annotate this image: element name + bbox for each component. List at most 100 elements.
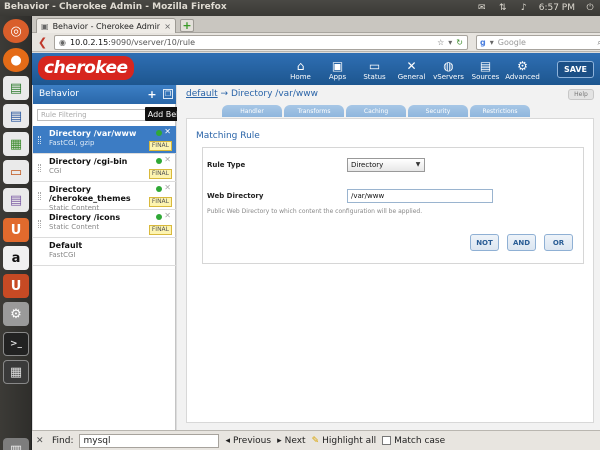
firefox-icon[interactable]: ● <box>3 48 29 72</box>
find-next-button[interactable]: ▸ Next <box>277 436 306 446</box>
document-icon[interactable]: ▤ <box>3 188 29 212</box>
apps-icon: ▣ <box>331 59 344 73</box>
power-icon[interactable]: ⏻ <box>584 2 596 13</box>
find-previous-button[interactable]: ◂ Previous <box>225 436 271 446</box>
rule-name: Default <box>49 241 83 250</box>
nav-vservers[interactable]: ◍ vServers <box>430 55 467 83</box>
rule-item-icons[interactable]: Directory /icons Static Content ✕ FINAL <box>33 210 176 238</box>
files-icon[interactable]: ▤ <box>3 76 29 100</box>
search-bar[interactable]: g ▾ Google ⌕ <box>476 35 600 50</box>
terminal-icon[interactable]: >_ <box>3 332 29 356</box>
tab-bar: ▣ Behavior - Cherokee Admin × + <box>32 16 600 33</box>
impress-icon[interactable]: ▭ <box>3 160 29 184</box>
nav-label: Advanced <box>505 73 540 81</box>
rule-item-default[interactable]: Default FastCGI <box>33 238 176 266</box>
new-tab-button[interactable]: + <box>180 19 194 32</box>
nav-status[interactable]: ▭ Status <box>356 55 393 83</box>
reload-icon[interactable]: ↻ <box>456 38 463 47</box>
nav-bar: ❮ ◉ 10.0.2.15:9090/vserver/10/rule ☆ ▾ ↻… <box>32 33 600 52</box>
trash-icon[interactable]: ▥ <box>3 438 29 450</box>
match-case-toggle[interactable]: Match case <box>382 436 445 446</box>
final-badge[interactable]: FINAL <box>148 169 172 179</box>
final-badge[interactable]: FINAL <box>148 197 172 207</box>
ubuntu-logo-icon[interactable]: ◎ <box>3 19 29 43</box>
search-engine-dropdown-icon[interactable]: ▾ <box>490 38 494 47</box>
delete-rule-icon[interactable]: ✕ <box>164 211 171 220</box>
rule-type-select[interactable]: Directory ▼ <box>347 158 425 172</box>
drag-handle-icon[interactable] <box>38 192 41 200</box>
drag-handle-icon[interactable] <box>38 136 41 144</box>
settings-icon[interactable]: ⚙ <box>3 302 29 326</box>
rule-item-cherokee-themes[interactable]: Directory /cherokee_themes Static Conten… <box>33 182 176 212</box>
mail-icon[interactable]: ✉ <box>476 2 488 13</box>
close-icon[interactable]: ✕ <box>36 436 46 446</box>
status-dot-icon[interactable] <box>156 214 162 220</box>
breadcrumb: default → Directory /var/www <box>186 89 318 99</box>
rule-item-var-www[interactable]: Directory /var/www FastCGI, gzip ✕ FINAL <box>33 126 176 154</box>
tab-transforms[interactable]: Transforms <box>284 105 344 117</box>
site-identity-icon[interactable]: ◉ <box>59 38 66 47</box>
dropdown-arrow-icon[interactable]: ▾ <box>448 38 452 47</box>
rule-desc: FastCGI <box>49 251 76 259</box>
clone-rule-button[interactable]: ❐ <box>163 89 173 99</box>
google-icon[interactable]: g <box>480 38 486 47</box>
rule-item-cgi-bin[interactable]: Directory /cgi-bin CGI ✕ FINAL <box>33 154 176 182</box>
tab-restrictions[interactable]: Restrictions <box>470 105 530 117</box>
nav-advanced[interactable]: ⚙ Advanced <box>504 55 541 83</box>
nav-label: Sources <box>471 73 500 81</box>
url-bar[interactable]: ◉ 10.0.2.15:9090/vserver/10/rule ☆ ▾ ↻ <box>54 35 468 50</box>
amazon-icon[interactable]: a <box>3 246 29 270</box>
rule-name: Directory /var/www <box>49 129 137 138</box>
add-rule-button[interactable]: + <box>146 88 158 101</box>
bookmark-star-icon[interactable]: ☆ <box>437 38 444 47</box>
and-button[interactable]: AND <box>507 234 536 251</box>
not-button[interactable]: NOT <box>470 234 499 251</box>
behavior-title: Behavior <box>39 89 79 99</box>
status-dot-icon[interactable] <box>156 158 162 164</box>
save-button[interactable]: SAVE <box>557 61 594 78</box>
workspace-icon[interactable]: ▦ <box>3 360 29 384</box>
delete-rule-icon[interactable]: ✕ <box>164 183 171 192</box>
tab-caching[interactable]: Caching <box>346 105 406 117</box>
system-tray: ✉ ⇅ ♪ 6:57 PM ⏻ <box>476 2 596 13</box>
help-button[interactable]: Help <box>568 89 594 100</box>
arrow-left-icon: ◂ <box>225 435 231 446</box>
nav-home[interactable]: ⌂ Home <box>282 55 319 83</box>
nav-sources[interactable]: ▤ Sources <box>467 55 504 83</box>
calc-icon[interactable]: ▦ <box>3 132 29 156</box>
match-case-checkbox[interactable] <box>382 436 392 445</box>
final-badge[interactable]: FINAL <box>148 141 172 151</box>
nav-general[interactable]: ✕ General <box>393 55 430 83</box>
or-button[interactable]: OR <box>544 234 573 251</box>
tab-handler[interactable]: Handler <box>222 105 282 117</box>
drag-handle-icon[interactable] <box>38 220 41 228</box>
tab-close-icon[interactable]: × <box>164 22 171 31</box>
software-center-icon[interactable]: U <box>3 218 29 242</box>
tab-security[interactable]: Security <box>408 105 468 117</box>
web-directory-input[interactable]: /var/www <box>347 189 493 203</box>
nav-apps[interactable]: ▣ Apps <box>319 55 356 83</box>
clock[interactable]: 6:57 PM <box>539 3 575 13</box>
web-directory-label: Web Directory <box>207 192 264 200</box>
ubuntu-one-icon[interactable]: U <box>3 274 29 298</box>
cherokee-header: cherokee ⌂ Home ▣ Apps ▭ Status ✕ General ◍ v… <box>32 53 600 85</box>
network-icon[interactable]: ⇅ <box>497 2 509 13</box>
breadcrumb-default-link[interactable]: default <box>186 89 218 99</box>
delete-rule-icon[interactable]: ✕ <box>164 127 171 136</box>
browser-tab[interactable]: ▣ Behavior - Cherokee Admin × <box>36 18 176 33</box>
back-button[interactable]: ❮ <box>36 36 49 49</box>
find-input[interactable]: mysql <box>79 433 220 448</box>
writer-icon[interactable]: ▤ <box>3 104 29 128</box>
tab-title: Behavior - Cherokee Admin <box>52 21 161 31</box>
status-dot-icon[interactable] <box>156 186 162 192</box>
drag-handle-icon[interactable] <box>38 164 41 172</box>
delete-rule-icon[interactable]: ✕ <box>164 155 171 164</box>
highlight-all-button[interactable]: ✎ Highlight all <box>312 436 377 446</box>
rule-tabs: Handler Transforms Caching Security Rest… <box>222 105 530 117</box>
rule-name: Directory /icons <box>49 213 121 222</box>
cherokee-logo[interactable]: cherokee <box>38 56 134 80</box>
next-label: Next <box>284 435 306 446</box>
final-badge[interactable]: FINAL <box>148 225 172 235</box>
volume-icon[interactable]: ♪ <box>518 2 530 13</box>
status-dot-icon[interactable] <box>156 130 162 136</box>
